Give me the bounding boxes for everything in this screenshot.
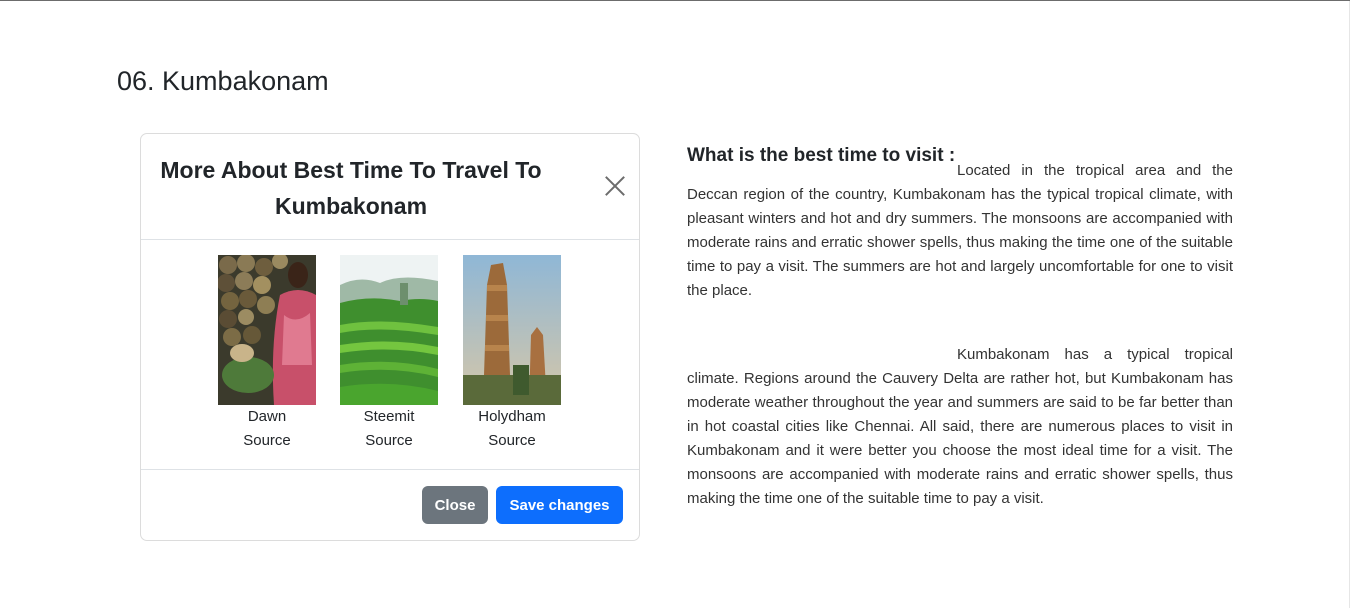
gallery-name: Steemit [363, 408, 415, 425]
modal-title: More About Best Time To Travel To Kumbak… [160, 157, 542, 219]
temple-gopuram-photo [463, 255, 561, 405]
modal-header: More About Best Time To Travel To Kumbak… [141, 134, 639, 240]
gallery-source-link[interactable]: Source [217, 429, 317, 453]
gallery-source-link[interactable]: Source [339, 429, 439, 453]
close-icon[interactable] [604, 175, 626, 197]
info-paragraph-2: Kumbakonam has a typical tropical climat… [687, 346, 1233, 507]
save-changes-button[interactable]: Save changes [496, 486, 623, 524]
gallery-source-link[interactable]: Source [462, 429, 562, 453]
info-paragraph-1: Located in the tropical area and the Dec… [687, 162, 1233, 299]
modal-footer: Close Save changes [141, 470, 639, 540]
gallery-item-steemit: Steemit Source [339, 255, 439, 453]
market-vendor-photo [218, 255, 316, 405]
rice-field-photo [340, 255, 438, 405]
gallery-item-holydham: Holydham Source [462, 255, 562, 453]
gallery-name: Dawn [247, 408, 287, 425]
modal-dialog: More About Best Time To Travel To Kumbak… [140, 133, 640, 541]
close-button[interactable]: Close [422, 486, 488, 524]
gallery-name: Holydham [478, 408, 546, 425]
top-border [0, 0, 1350, 1]
modal-body: Dawn Source Steemit Source Holydham Sour… [141, 240, 639, 470]
page-title: 06. Kumbakonam [117, 66, 329, 96]
gallery-item-dawn: Dawn Source [217, 255, 317, 453]
